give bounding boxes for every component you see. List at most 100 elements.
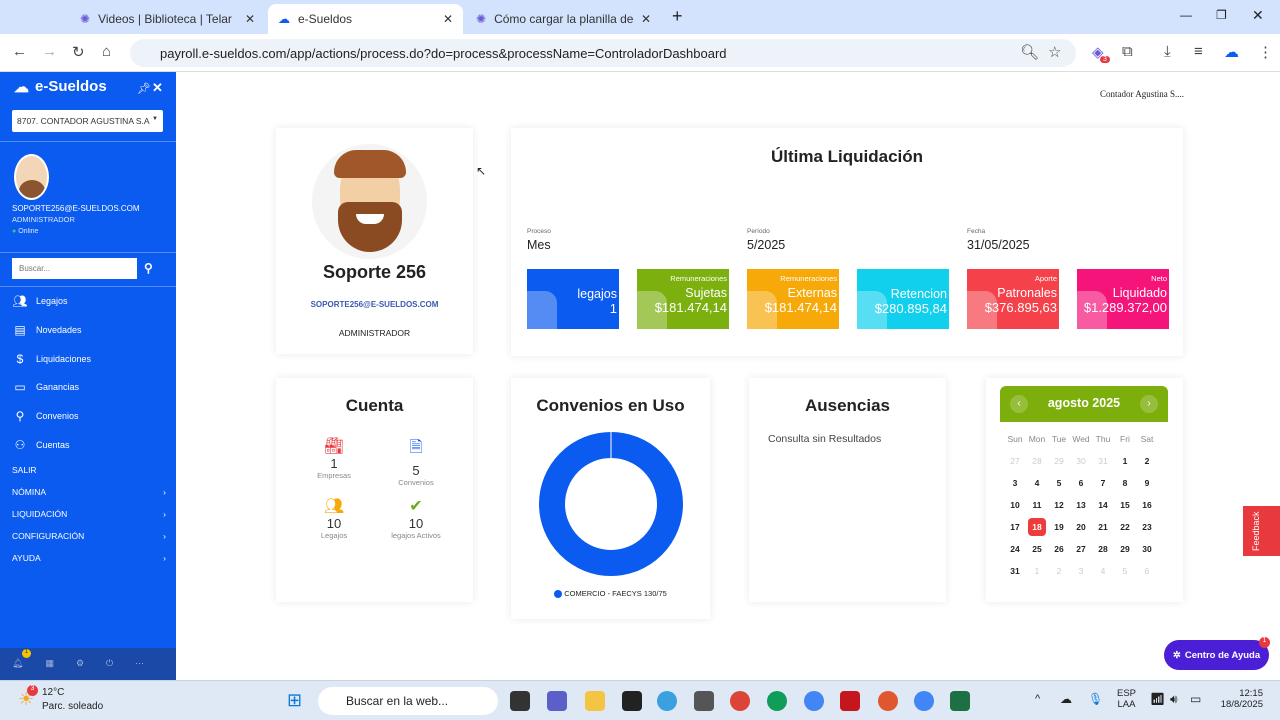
pin-icon[interactable]: 📌︎: [137, 82, 151, 95]
feedback-button[interactable]: Feedback: [1243, 506, 1280, 556]
summary-tile-3[interactable]: Retencion $280.895,84: [857, 269, 949, 329]
calendar-day[interactable]: 2: [1048, 560, 1070, 582]
url-input[interactable]: payroll.e-sueldos.com/app/actions/proces…: [130, 39, 1076, 67]
taskbar-search-input[interactable]: Buscar en la web...: [318, 687, 498, 715]
app-icon[interactable]: [657, 691, 677, 711]
teams-icon[interactable]: [547, 691, 567, 711]
calendar-day[interactable]: 27: [1004, 450, 1026, 472]
media-icon[interactable]: ≡: [1194, 43, 1203, 60]
wifi-icon[interactable]: 📶︎: [1150, 692, 1165, 706]
calendar-day[interactable]: 16: [1136, 494, 1158, 516]
battery-icon[interactable]: ▭: [1190, 692, 1201, 706]
calendar-day[interactable]: 20: [1070, 516, 1092, 538]
calendar-day[interactable]: 28: [1092, 538, 1114, 560]
tab-videos[interactable]: ✺ Videos | Biblioteca | Telar ✕: [70, 4, 265, 34]
sidebar-item-novedades[interactable]: ▤ Novedades: [12, 323, 81, 337]
tab-esueldos[interactable]: ☁ e-Sueldos ✕: [268, 4, 463, 34]
calendar-day[interactable]: 1: [1026, 560, 1048, 582]
sidebar-section-salir[interactable]: SALIR: [12, 465, 166, 475]
minimize-button[interactable]: —: [1180, 8, 1192, 22]
ccleaner-icon[interactable]: [878, 691, 898, 711]
back-icon[interactable]: ←: [12, 43, 27, 60]
calendar-day[interactable]: 21: [1092, 516, 1114, 538]
language-indicator[interactable]: ESP LAA: [1117, 688, 1136, 710]
calendar-day[interactable]: 25: [1026, 538, 1048, 560]
calendar-day[interactable]: 31: [1092, 450, 1114, 472]
menu-icon[interactable]: ⋮: [1258, 43, 1273, 61]
summary-tile-4[interactable]: Aporte Patronales $376.895,63: [967, 269, 1059, 329]
close-tab-icon[interactable]: ✕: [245, 12, 255, 26]
profile-icon[interactable]: ☁: [1224, 43, 1239, 61]
reload-icon[interactable]: ↻: [72, 43, 85, 61]
calendar-day[interactable]: 4: [1092, 560, 1114, 582]
zoom-icon[interactable]: 🔍︎: [1020, 43, 1039, 61]
help-center-button[interactable]: ✲ Centro de Ayuda: [1164, 640, 1269, 670]
sidebar-item-legajos[interactable]: 👥︎ Legajos: [12, 294, 67, 308]
calendar-day[interactable]: 27: [1070, 538, 1092, 560]
calendar-day[interactable]: 7: [1092, 472, 1114, 494]
sidebar-item-convenios[interactable]: ⚲ Convenios: [12, 409, 79, 423]
calendar-icon[interactable]: ▦: [45, 658, 54, 680]
chrome-icon[interactable]: [767, 691, 787, 711]
donut-slice[interactable]: [539, 432, 683, 576]
calendar-day[interactable]: 6: [1070, 472, 1092, 494]
summary-tile-0[interactable]: legajos 1: [527, 269, 619, 329]
calendar-day[interactable]: 17: [1004, 516, 1026, 538]
tray-chevron-icon[interactable]: ^: [1035, 693, 1040, 705]
new-tab-button[interactable]: +: [672, 6, 683, 27]
app-icon[interactable]: [510, 691, 530, 711]
close-tab-icon[interactable]: ✕: [641, 12, 651, 26]
chrome-icon[interactable]: [730, 691, 750, 711]
search-icon[interactable]: ⚲: [144, 261, 153, 275]
excel-icon[interactable]: [950, 691, 970, 711]
folder-icon[interactable]: [585, 691, 605, 711]
calendar-day[interactable]: 29: [1114, 538, 1136, 560]
tab-planilla[interactable]: ✺Cómo cargar la planilla de nove✕: [466, 4, 661, 34]
calendar-day[interactable]: 28: [1026, 450, 1048, 472]
next-month-button[interactable]: ›: [1140, 395, 1158, 413]
sidebar-section-liquidacion[interactable]: LIQUIDACIÓN ›: [12, 509, 166, 519]
calendar-day[interactable]: 15: [1114, 494, 1136, 516]
acrobat-icon[interactable]: [840, 691, 860, 711]
calendar-day[interactable]: 12: [1048, 494, 1070, 516]
calendar-day[interactable]: 29: [1048, 450, 1070, 472]
close-window-button[interactable]: ✕: [1252, 7, 1264, 24]
bookmark-star-icon[interactable]: ☆: [1048, 43, 1061, 61]
calendar-day[interactable]: 4: [1026, 472, 1048, 494]
forward-icon[interactable]: →: [42, 43, 57, 60]
calendar-day[interactable]: 3: [1070, 560, 1092, 582]
calendar-day[interactable]: 24: [1004, 538, 1026, 560]
gear-icon[interactable]: ⚙: [76, 658, 84, 680]
sidebar-section-ayuda[interactable]: AYUDA ›: [12, 553, 166, 563]
summary-tile-5[interactable]: Neto Liquidado $1.289.372,00: [1077, 269, 1169, 329]
summary-tile-1[interactable]: Remuneraciones Sujetas $181.474,14: [637, 269, 729, 329]
summary-tile-2[interactable]: Remuneraciones Externas $181.474,14: [747, 269, 839, 329]
more-icon[interactable]: ⋯: [135, 658, 144, 680]
volume-icon[interactable]: 🔊︎: [1170, 692, 1178, 707]
calendar-day[interactable]: 18: [1026, 516, 1048, 538]
onedrive-icon[interactable]: ☁: [1060, 692, 1072, 706]
sidebar-item-ganancias[interactable]: ▭ Ganancias: [12, 380, 79, 394]
calendar-day[interactable]: 13: [1070, 494, 1092, 516]
puzzle-icon[interactable]: ⧉: [1122, 43, 1133, 60]
home-icon[interactable]: ⌂: [102, 43, 111, 60]
calendar-day[interactable]: 14: [1092, 494, 1114, 516]
calendar-day[interactable]: 10: [1004, 494, 1026, 516]
calendar-day[interactable]: 9: [1136, 472, 1158, 494]
calendar-day[interactable]: 26: [1048, 538, 1070, 560]
calendar-day[interactable]: 22: [1114, 516, 1136, 538]
sidebar-section-nomina[interactable]: NÓMINA ›: [12, 487, 166, 497]
calendar-day[interactable]: 23: [1136, 516, 1158, 538]
bell-icon[interactable]: 🔔︎: [12, 658, 23, 680]
sidebar-search-input[interactable]: [12, 258, 137, 279]
windows-start-icon[interactable]: ⊞: [287, 690, 302, 711]
calendar-day[interactable]: 19: [1048, 516, 1070, 538]
chrome-icon[interactable]: [804, 691, 824, 711]
calculator-icon[interactable]: [694, 691, 714, 711]
header-user[interactable]: Contador Agustina S....: [1100, 89, 1184, 99]
download-icon[interactable]: ⤓: [1164, 43, 1171, 60]
calendar-day[interactable]: 11: [1026, 494, 1048, 516]
calendar-day[interactable]: 30: [1136, 538, 1158, 560]
calendar-day[interactable]: 6: [1136, 560, 1158, 582]
sidebar-section-configuracion[interactable]: CONFIGURACIÓN ›: [12, 531, 166, 541]
